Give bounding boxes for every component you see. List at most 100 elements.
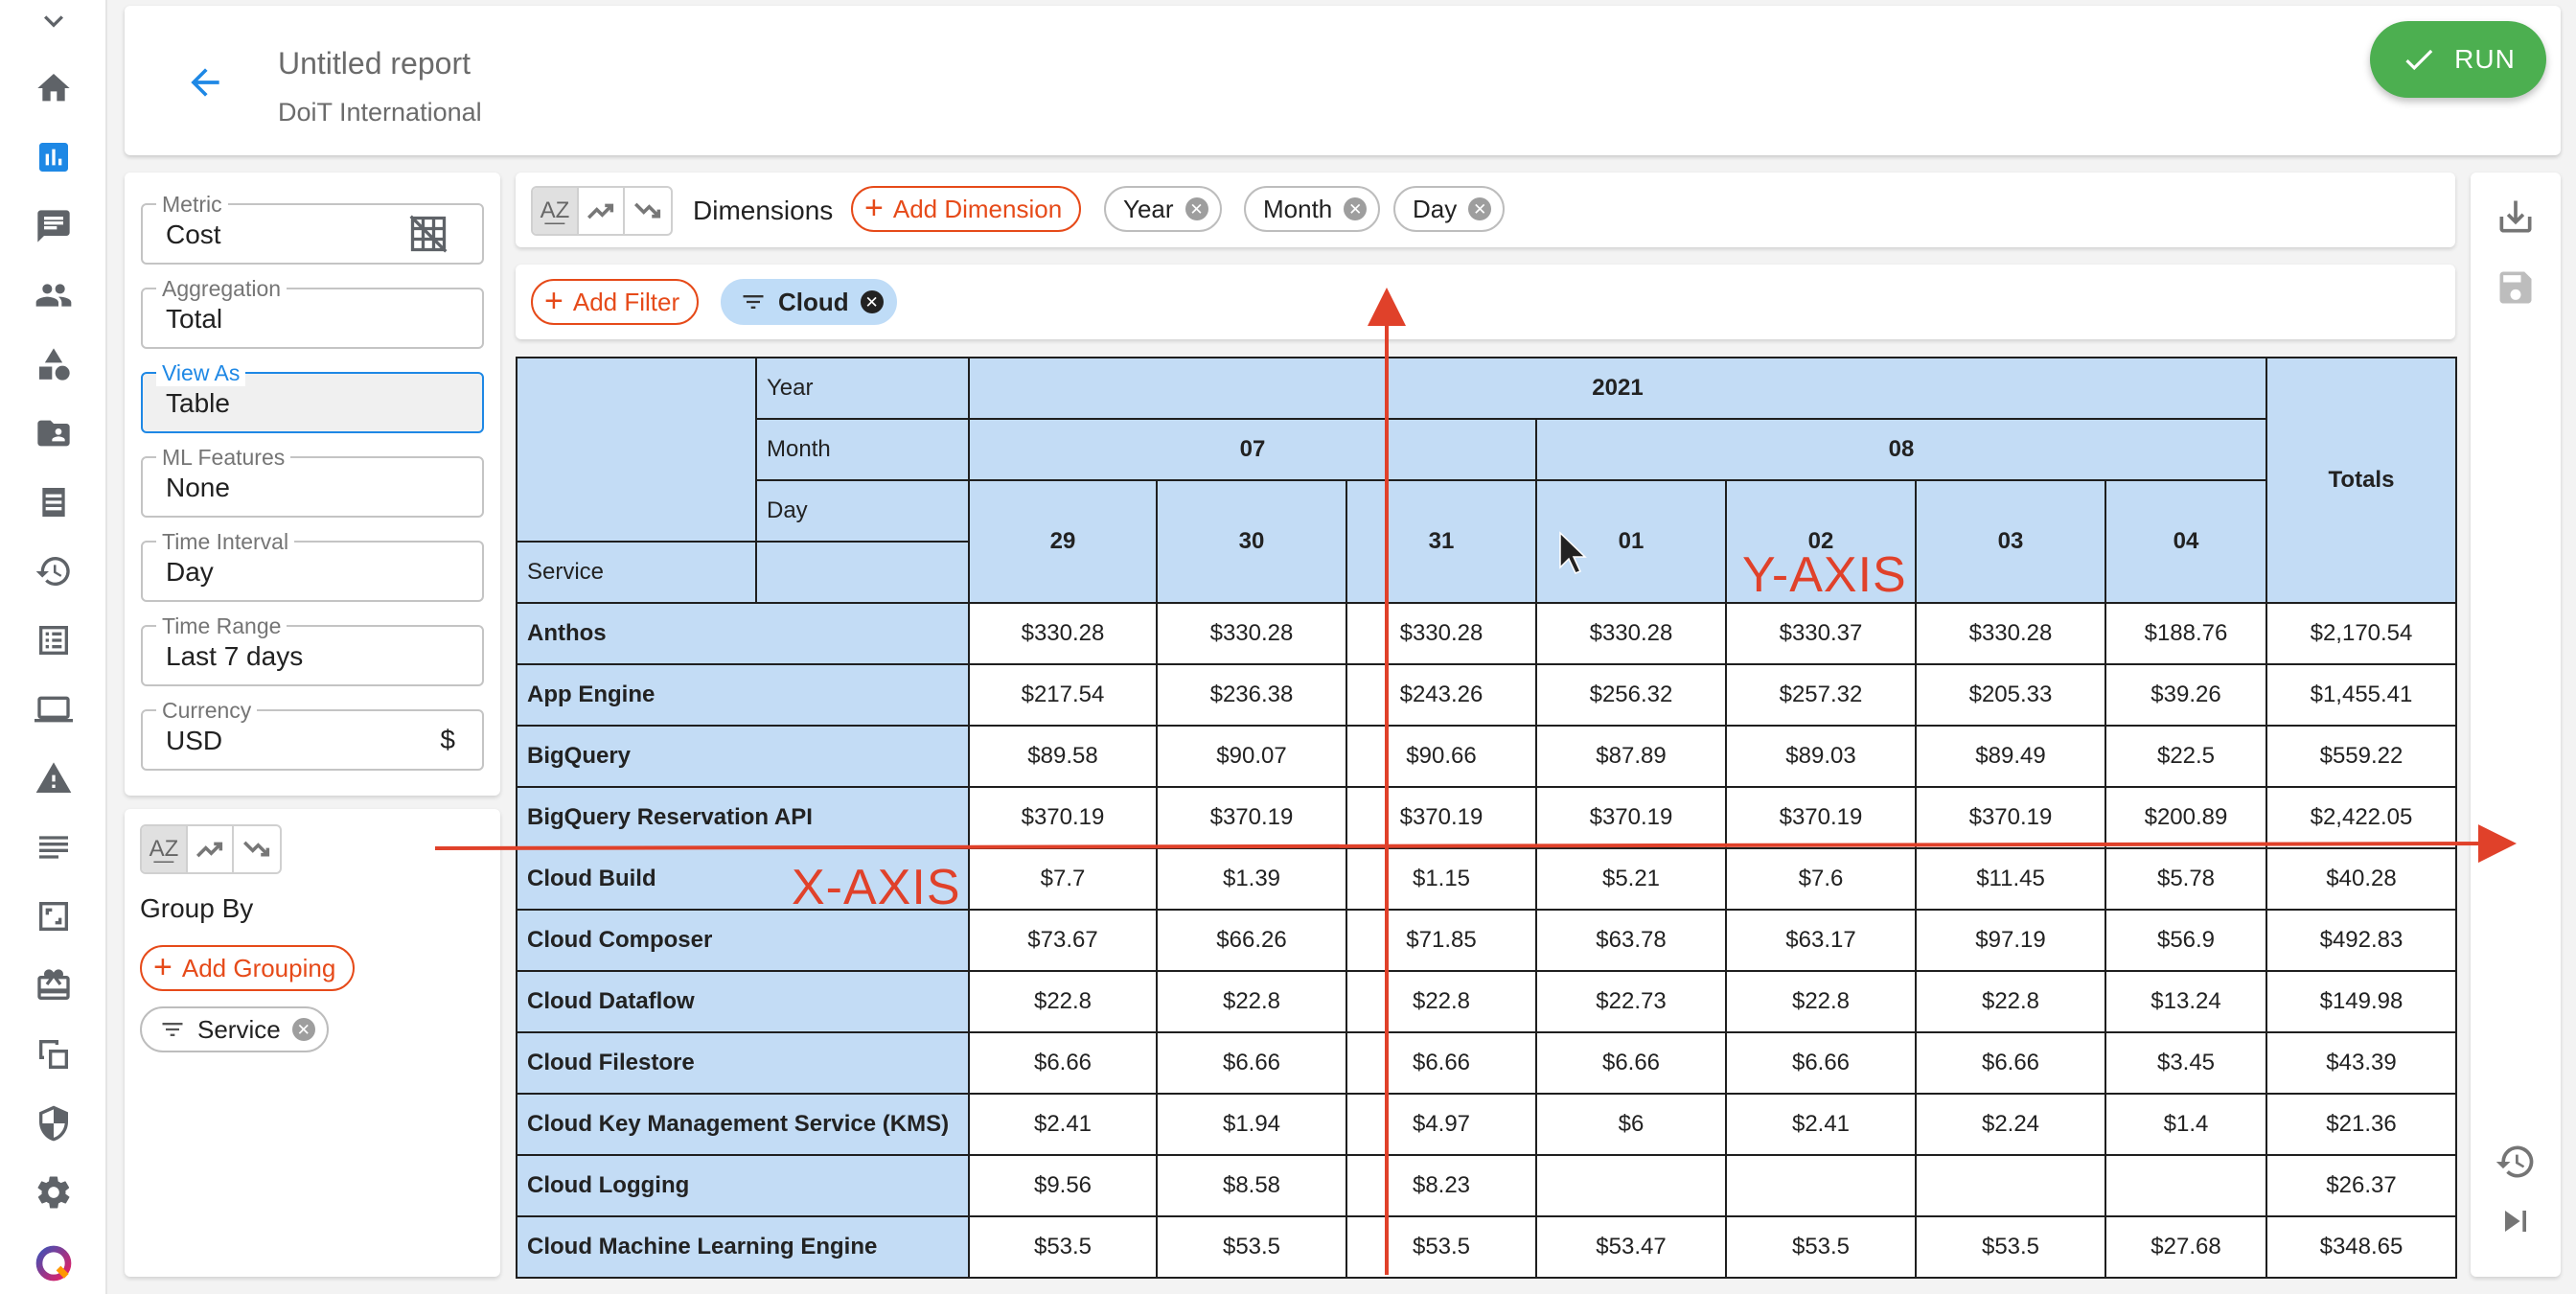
dimension-chip-month[interactable]: Month ✕ [1244,186,1381,232]
total-cell: $149.98 [2266,970,2457,1033]
back-arrow-icon[interactable] [184,61,226,104]
ml-features-select[interactable]: ML Features None [141,445,484,518]
value-cell: $370.19 [1346,786,1537,849]
dimension-chip-year[interactable]: Year ✕ [1104,186,1222,232]
value-cell: $188.76 [2104,602,2267,665]
value-cell: $7.7 [968,847,1158,911]
value-cell: $6.66 [1346,1031,1537,1095]
service-cell: Cloud Composer [516,909,970,972]
remove-chip-icon[interactable]: ✕ [291,1018,315,1041]
grouping-chip-service[interactable]: Service ✕ [140,1006,329,1052]
run-button[interactable]: RUN [2370,21,2546,98]
service-cell: Cloud Key Management Service (KMS) [516,1093,970,1156]
remove-chip-icon[interactable]: ✕ [1184,197,1208,220]
sort-asc-icon[interactable] [579,188,625,234]
people-icon[interactable] [33,274,75,316]
shield-icon[interactable] [33,1102,75,1144]
value-cell: $370.19 [1535,786,1727,849]
value-cell: $370.19 [1156,786,1347,849]
remove-chip-icon[interactable]: ✕ [1468,197,1492,220]
history-icon[interactable] [33,550,75,592]
frame-icon[interactable] [33,895,75,937]
total-cell: $348.65 [2266,1215,2457,1279]
day-header: 31 [1346,479,1537,604]
message-icon[interactable] [33,205,75,247]
sort-alpha-icon[interactable]: A͟Z [142,826,188,872]
value-cell: $89.58 [968,725,1158,788]
time-range-select[interactable]: Time Range Last 7 days [141,613,484,686]
sort-toggle-group: A͟Z [140,824,282,874]
time-range-label: Time Range [156,613,288,639]
value-cell: $2.41 [968,1093,1158,1156]
grid-off-icon[interactable] [407,213,449,255]
add-dimension-label: Add Dimension [892,194,1063,223]
add-filter-button[interactable]: + Add Filter [531,279,700,325]
laptop-icon[interactable] [33,688,75,730]
warning-icon[interactable] [33,757,75,799]
shapes-icon[interactable] [33,343,75,385]
group-by-panel: A͟Z Group By + Add Grouping Service ✕ [125,809,500,1277]
save-icon[interactable] [2495,266,2537,309]
aggregation-select[interactable]: Aggregation Total [141,276,484,349]
sort-alpha-icon[interactable]: A͟Z [533,188,579,234]
remove-chip-icon[interactable]: ✕ [1344,197,1368,220]
download-icon[interactable] [2495,196,2537,238]
value-cell: $6.66 [1535,1031,1727,1095]
add-grouping-label: Add Grouping [181,953,336,982]
value-cell: $3.45 [2104,1031,2267,1095]
report-title[interactable]: Untitled report [278,46,471,81]
value-cell: $330.37 [1725,602,1917,665]
gift-icon[interactable] [33,964,75,1006]
dimension-chip-day[interactable]: Day ✕ [1393,186,1506,232]
currency-label: Currency [156,698,258,724]
list-icon[interactable] [33,481,75,523]
aggregation-value: Total [166,304,223,334]
history-icon[interactable] [2495,1141,2537,1183]
copy-icon[interactable] [33,1033,75,1075]
currency-select[interactable]: Currency USD $ [141,698,484,771]
value-cell: $56.9 [2104,909,2267,972]
logo-icon[interactable] [33,1242,75,1284]
collapse-panel-icon[interactable] [2495,1200,2537,1242]
value-cell: $53.5 [1156,1215,1347,1279]
add-dimension-button[interactable]: + Add Dimension [851,186,1082,232]
value-cell: $22.8 [1346,970,1537,1033]
settings-icon[interactable] [33,1171,75,1213]
plus-icon: + [544,282,564,319]
folder-icon[interactable] [33,412,75,454]
value-cell: $330.28 [1346,602,1537,665]
value-cell: $71.85 [1346,909,1537,972]
value-cell: $236.38 [1156,663,1347,727]
filter-chip-cloud[interactable]: Cloud ✕ [721,279,897,325]
value-cell: $1.4 [2104,1093,2267,1156]
time-interval-select[interactable]: Time Interval Day [141,529,484,602]
value-cell: $6.66 [1915,1031,2106,1095]
value-cell: $8.58 [1156,1154,1347,1217]
add-grouping-button[interactable]: + Add Grouping [140,945,356,991]
value-cell: $1.15 [1346,847,1537,911]
value-cell: $330.28 [1915,602,2106,665]
month-header: 08 [1535,418,2267,481]
view-as-select[interactable]: View As Table [141,360,484,433]
sort-desc-icon[interactable] [625,188,671,234]
group-by-title: Group By [140,893,254,923]
metric-select[interactable]: Metric Cost [141,192,484,265]
remove-chip-icon[interactable]: ✕ [860,290,884,313]
sort-asc-icon[interactable] [188,826,234,872]
chevron-down-icon[interactable] [33,0,75,42]
sort-desc-icon[interactable] [234,826,280,872]
day-header: 03 [1915,479,2106,604]
value-cell: $97.19 [1915,909,2106,972]
notes-icon[interactable] [33,826,75,868]
value-cell: $89.49 [1915,725,2106,788]
chart-icon[interactable] [33,136,75,178]
value-cell: $200.89 [2104,786,2267,849]
dimension-chip-label: Day [1413,194,1458,223]
plus-icon: + [153,948,172,985]
total-cell: $26.37 [2266,1154,2457,1217]
service-cell: Cloud Machine Learning Engine [516,1215,970,1279]
value-cell: $89.03 [1725,725,1917,788]
value-cell: $256.32 [1535,663,1727,727]
invoice-icon[interactable] [33,619,75,661]
home-icon[interactable] [33,67,75,109]
